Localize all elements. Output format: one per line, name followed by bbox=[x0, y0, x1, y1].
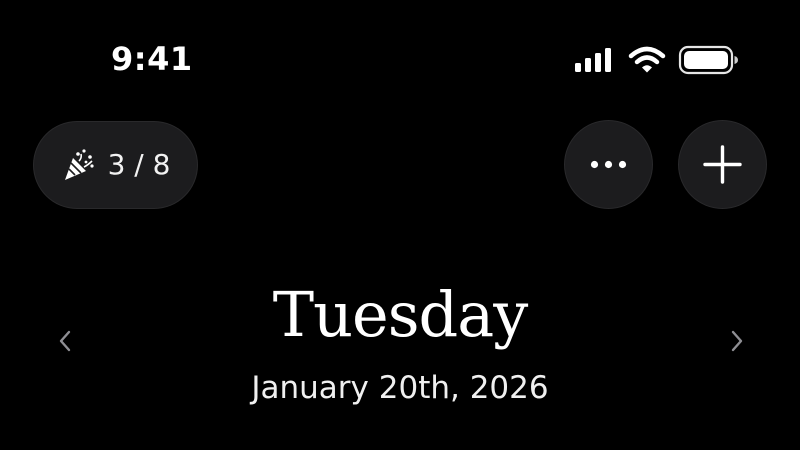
progress-count: 3 / 8 bbox=[107, 148, 171, 181]
status-time: 9:41 bbox=[111, 40, 193, 78]
weekday-title: Tuesday bbox=[272, 278, 528, 351]
battery-icon bbox=[678, 45, 738, 75]
status-bar: 9:41 bbox=[0, 0, 800, 110]
cellular-signal-icon bbox=[575, 48, 611, 72]
party-popper-icon bbox=[65, 149, 94, 180]
more-options-button[interactable] bbox=[564, 120, 653, 209]
plus-icon bbox=[703, 145, 742, 184]
date-subtitle: January 20th, 2026 bbox=[251, 370, 549, 406]
add-button[interactable] bbox=[678, 120, 767, 209]
progress-pill[interactable]: 3 / 8 bbox=[33, 121, 198, 209]
ellipsis-icon bbox=[590, 160, 627, 169]
chevron-right-icon[interactable] bbox=[721, 326, 751, 356]
wifi-icon bbox=[628, 46, 666, 73]
